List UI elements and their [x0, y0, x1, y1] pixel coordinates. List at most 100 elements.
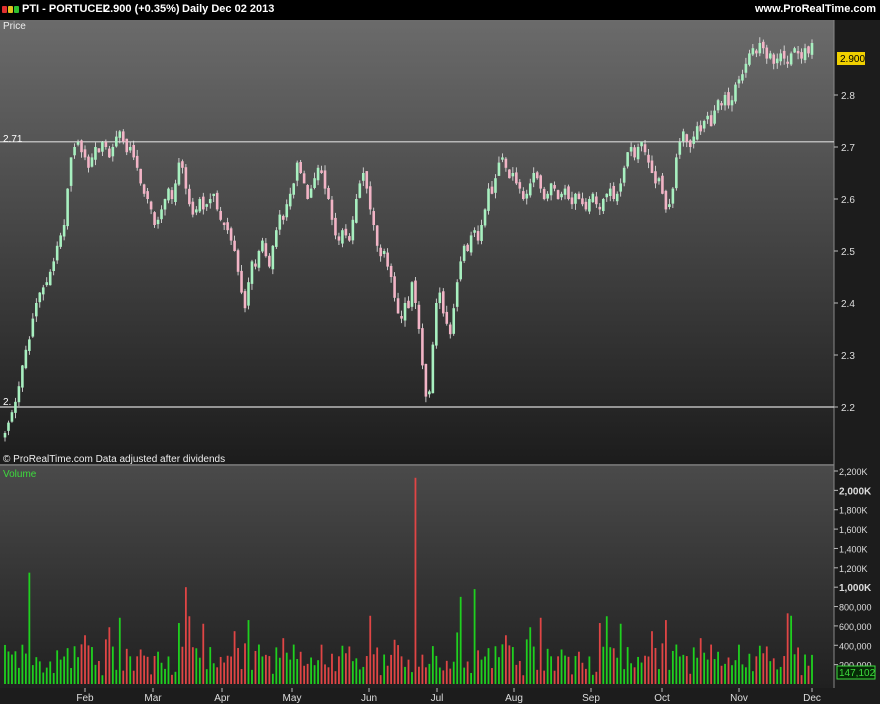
- candle: [664, 189, 668, 213]
- close-window-icon[interactable]: [2, 6, 7, 13]
- volume-bar: [101, 675, 104, 684]
- volume-bar: [571, 674, 573, 684]
- candle-body: [271, 245, 275, 270]
- volume-bar: [171, 674, 173, 684]
- volume-bar: [724, 663, 726, 684]
- candle: [789, 51, 793, 67]
- candle-body: [208, 199, 212, 204]
- candle-body: [361, 173, 365, 181]
- volume-bar: [699, 638, 702, 684]
- candle-body: [250, 261, 254, 284]
- volume-bar: [786, 613, 789, 684]
- volume-bar: [543, 670, 546, 684]
- volume-bar: [731, 665, 733, 684]
- price-panel[interactable]: [0, 20, 834, 464]
- volume-bar: [811, 654, 813, 684]
- candle-body: [351, 219, 355, 241]
- candle-body: [469, 235, 473, 253]
- candle-body: [69, 157, 73, 186]
- candle-body: [299, 162, 302, 173]
- time-tick-label: Oct: [654, 693, 670, 704]
- volume-bar: [87, 645, 90, 684]
- candle-body: [285, 204, 289, 218]
- candle-body: [403, 303, 407, 321]
- volume-bar: [4, 644, 6, 684]
- volume-bar: [459, 596, 462, 684]
- volume-tick-label: 400,000: [839, 641, 872, 651]
- candle-body: [41, 287, 45, 295]
- candle-body: [236, 250, 240, 272]
- volume-bar: [515, 664, 518, 684]
- volume-bar: [376, 647, 379, 684]
- candle-body: [688, 140, 692, 147]
- site-link[interactable]: www.ProRealTime.com: [755, 3, 876, 15]
- candle-body: [796, 50, 800, 54]
- candle-body: [368, 186, 372, 210]
- candle: [452, 303, 456, 336]
- volume-bar: [508, 645, 511, 684]
- volume-bar: [751, 671, 754, 684]
- candle-body: [184, 167, 188, 189]
- volume-bar: [49, 661, 52, 684]
- candle: [556, 189, 560, 200]
- candle-body: [153, 212, 156, 225]
- candle-body: [706, 115, 709, 120]
- candle-body: [577, 193, 581, 199]
- candle-body: [793, 48, 796, 53]
- volume-bar: [73, 646, 76, 684]
- candle: [299, 159, 302, 175]
- candle-body: [504, 158, 508, 168]
- time-tick-label: Jul: [431, 693, 444, 704]
- volume-bar: [696, 657, 699, 684]
- candle-body: [52, 261, 55, 272]
- volume-bar: [637, 656, 639, 684]
- volume-bar: [14, 651, 17, 684]
- hline-label-upper: 2.71: [3, 134, 23, 145]
- candle-body: [751, 48, 755, 55]
- volume-bar: [654, 647, 657, 684]
- volume-bar: [111, 646, 114, 684]
- candle-body: [142, 184, 146, 194]
- volume-bar: [529, 627, 532, 684]
- candle-body: [452, 308, 456, 334]
- volume-bar: [254, 650, 257, 684]
- volume-bar: [463, 667, 466, 684]
- volume-bar: [689, 673, 692, 684]
- volume-bar: [480, 659, 483, 684]
- volume-bar: [80, 644, 83, 684]
- volume-panel-label: Volume: [3, 469, 37, 480]
- candle-body: [435, 303, 438, 346]
- volume-tick-label: 1,800K: [839, 506, 868, 516]
- candle-body: [581, 198, 584, 205]
- candle-body: [240, 270, 243, 293]
- candle-body: [295, 162, 299, 181]
- candle-body: [675, 157, 678, 189]
- candle-body: [195, 209, 198, 213]
- volume-bar: [717, 651, 719, 684]
- candle-body: [438, 292, 442, 304]
- minimize-window-icon[interactable]: [8, 6, 13, 13]
- candle-body: [741, 74, 744, 81]
- candle-body: [650, 160, 654, 173]
- candle-body: [94, 147, 97, 160]
- volume-bar: [7, 651, 10, 684]
- volume-bar: [244, 643, 246, 684]
- volume-bar: [278, 657, 281, 684]
- volume-bar: [511, 647, 514, 684]
- volume-bar: [223, 662, 226, 684]
- volume-panel[interactable]: [0, 466, 834, 688]
- volume-bar: [640, 662, 643, 684]
- candle-body: [786, 61, 789, 64]
- candle-body: [455, 282, 459, 307]
- maximize-window-icon[interactable]: [14, 6, 19, 13]
- time-tick-label: Apr: [214, 693, 230, 704]
- volume-bar: [671, 650, 674, 684]
- candle-body: [490, 186, 494, 194]
- candle-body: [779, 53, 782, 62]
- volume-bar: [167, 656, 170, 684]
- candle-body: [528, 183, 532, 196]
- volume-bar: [550, 656, 553, 684]
- candle-body: [73, 147, 76, 156]
- volume-bar: [581, 662, 584, 684]
- volume-bar: [191, 647, 194, 684]
